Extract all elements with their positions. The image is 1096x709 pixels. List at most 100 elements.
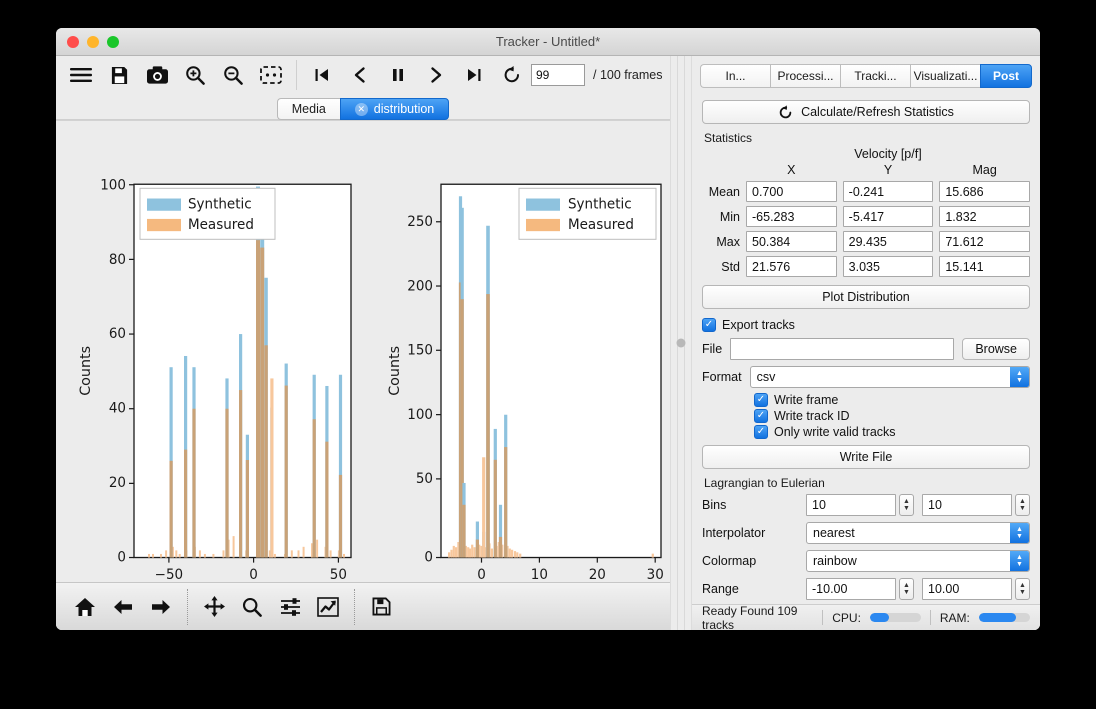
chevron-updown-icon[interactable]: ▲▼: [1010, 523, 1029, 543]
checkmark-icon[interactable]: ✓: [754, 425, 768, 439]
svg-text:Measured: Measured: [568, 217, 634, 233]
tab-post-label: Post: [993, 69, 1019, 83]
save-icon[interactable]: [100, 58, 138, 92]
zoom-in-icon[interactable]: [176, 58, 214, 92]
std-y-field[interactable]: 3.035: [843, 256, 934, 277]
tab-visualization[interactable]: Visualizati...: [910, 64, 980, 88]
min-x-field[interactable]: -65.283: [746, 206, 837, 227]
format-select[interactable]: csv ▲▼: [750, 366, 1030, 388]
range-min-spinbox[interactable]: -10.00 ▲▼: [806, 578, 914, 600]
spinner-updown-icon[interactable]: ▲▼: [1015, 494, 1030, 516]
write-track-id-checkbox-row[interactable]: ✓ Write track ID: [754, 409, 1030, 423]
main-toolbar: / 100 frames: [56, 56, 670, 94]
std-mag-field[interactable]: 15.141: [939, 256, 1030, 277]
bins-x-input[interactable]: 10: [806, 494, 896, 516]
svg-text:Synthetic: Synthetic: [188, 197, 252, 213]
range-max-input[interactable]: 10.00: [922, 578, 1012, 600]
file-input[interactable]: [730, 338, 954, 360]
skip-start-icon[interactable]: [303, 58, 341, 92]
frame-number-input[interactable]: [531, 64, 585, 86]
skip-end-icon[interactable]: [455, 58, 493, 92]
step-forward-icon[interactable]: [417, 58, 455, 92]
chevron-updown-icon[interactable]: ▲▼: [1010, 367, 1029, 387]
zoom-rect-icon[interactable]: [233, 588, 271, 626]
post-panel-content: Calculate/Refresh Statistics Statistics …: [692, 88, 1040, 604]
tab-media[interactable]: Media: [277, 98, 340, 120]
edit-curve-icon[interactable]: [309, 588, 347, 626]
toolbar-divider: [354, 589, 355, 625]
tab-input[interactable]: In...: [700, 64, 770, 88]
only-write-valid-tracks-checkbox-row[interactable]: ✓ Only write valid tracks: [754, 425, 1030, 439]
tab-processing[interactable]: Processi...: [770, 64, 840, 88]
interpolator-select[interactable]: nearest ▲▼: [806, 522, 1030, 544]
column-header-y: Y: [843, 163, 934, 177]
home-icon[interactable]: [66, 588, 104, 626]
menu-icon[interactable]: [62, 58, 100, 92]
colormap-select[interactable]: rainbow ▲▼: [806, 550, 1030, 572]
export-tracks-checkbox-row[interactable]: ✓ Export tracks: [702, 318, 1030, 332]
close-icon[interactable]: ✕: [355, 103, 368, 116]
interpolator-value: nearest: [813, 526, 855, 540]
svg-text:200: 200: [407, 278, 433, 294]
splitter-handle[interactable]: [677, 339, 686, 348]
bins-x-spinbox[interactable]: 10 ▲▼: [806, 494, 914, 516]
write-frame-checkbox-row[interactable]: ✓ Write frame: [754, 393, 1030, 407]
checkmark-icon[interactable]: ✓: [754, 409, 768, 423]
reload-icon[interactable]: [493, 58, 531, 92]
row-label-max: Max: [702, 235, 740, 249]
subplot-config-icon[interactable]: [271, 588, 309, 626]
chevron-updown-icon[interactable]: ▲▼: [1010, 551, 1029, 571]
title-bar: Tracker - Untitled*: [56, 28, 1040, 56]
checkmark-icon[interactable]: ✓: [702, 318, 716, 332]
fit-to-view-icon[interactable]: [252, 58, 290, 92]
std-x-field[interactable]: 21.576: [746, 256, 837, 277]
max-mag-field[interactable]: 71.612: [939, 231, 1030, 252]
range-min-input[interactable]: -10.00: [806, 578, 896, 600]
browse-button[interactable]: Browse: [962, 338, 1030, 360]
plot-canvas[interactable]: 100 80 60 40 20 0 C: [56, 120, 670, 582]
zoom-out-icon[interactable]: [214, 58, 252, 92]
checkmark-icon[interactable]: ✓: [754, 393, 768, 407]
write-file-button[interactable]: Write File: [702, 445, 1030, 469]
mean-mag-field[interactable]: 15.686: [939, 181, 1030, 202]
svg-text:Counts: Counts: [387, 346, 403, 396]
mean-x-field[interactable]: 0.700: [746, 181, 837, 202]
pane-splitter[interactable]: [670, 56, 692, 630]
spinner-updown-icon[interactable]: ▲▼: [899, 494, 914, 516]
matplotlib-toolbar: [56, 582, 670, 630]
row-label-min: Min: [702, 210, 740, 224]
bins-y-input[interactable]: 10: [922, 494, 1012, 516]
mean-y-field[interactable]: -0.241: [843, 181, 934, 202]
max-x-field[interactable]: 50.384: [746, 231, 837, 252]
spinner-updown-icon[interactable]: ▲▼: [1015, 578, 1030, 600]
forward-arrow-icon[interactable]: [142, 588, 180, 626]
pause-icon[interactable]: [379, 58, 417, 92]
svg-text:−50: −50: [155, 567, 183, 582]
range-max-spinbox[interactable]: 10.00 ▲▼: [922, 578, 1030, 600]
step-back-icon[interactable]: [341, 58, 379, 92]
spinner-updown-icon[interactable]: ▲▼: [899, 578, 914, 600]
tab-tracking[interactable]: Tracki...: [840, 64, 910, 88]
back-arrow-icon[interactable]: [104, 588, 142, 626]
plot-distribution-button[interactable]: Plot Distribution: [702, 285, 1030, 309]
tab-post[interactable]: Post: [980, 64, 1032, 88]
min-mag-field[interactable]: 1.832: [939, 206, 1030, 227]
max-y-field[interactable]: 29.435: [843, 231, 934, 252]
statistics-table: Velocity [p/f] X Y Mag Mean 0.700 -0.241…: [702, 147, 1030, 277]
tab-distribution[interactable]: ✕ distribution: [340, 98, 449, 120]
left-pane: / 100 frames Media ✕ distribution: [56, 56, 670, 630]
svg-text:250: 250: [407, 214, 433, 230]
calculate-refresh-statistics-button[interactable]: Calculate/Refresh Statistics: [702, 100, 1030, 124]
panel-tab-bar: In... Processi... Tracki... Visualizati.…: [700, 64, 1032, 88]
pan-move-icon[interactable]: [195, 588, 233, 626]
bins-y-spinbox[interactable]: 10 ▲▼: [922, 494, 1030, 516]
camera-icon[interactable]: [138, 58, 176, 92]
velocity-units-label: Velocity [p/f]: [746, 147, 1030, 161]
colormap-value: rainbow: [813, 554, 857, 568]
min-y-field[interactable]: -5.417: [843, 206, 934, 227]
column-header-mag: Mag: [939, 163, 1030, 177]
toolbar-divider: [296, 60, 297, 90]
save-figure-icon[interactable]: [362, 588, 400, 626]
svg-text:40: 40: [109, 401, 126, 417]
tab-tracking-label: Tracki...: [854, 69, 896, 83]
